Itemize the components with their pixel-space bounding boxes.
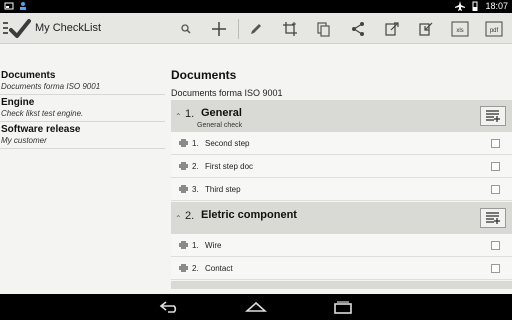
checklist-row[interactable]: 2. Contact <box>171 257 512 280</box>
checklist-row[interactable]: 1. Wire <box>171 234 512 257</box>
add-button[interactable] <box>208 18 230 40</box>
pdf-export-button[interactable]: pdf <box>483 18 505 40</box>
toolbar-divider <box>238 19 239 39</box>
add-icon <box>212 22 226 36</box>
export-icon <box>385 22 399 36</box>
app-checkmark-logo-icon[interactable] <box>9 18 31 40</box>
crop-add-button[interactable] <box>279 18 301 40</box>
section-number: 2. <box>185 210 195 222</box>
search-button[interactable] <box>175 18 197 40</box>
row-checkbox[interactable] <box>491 139 500 148</box>
row-number: 1. <box>192 139 199 148</box>
battery-icon <box>472 1 478 11</box>
share-icon <box>352 22 364 36</box>
app-notification-icon <box>20 2 26 10</box>
edit-icon <box>251 24 261 34</box>
row-label: Wire <box>205 241 222 250</box>
status-bar: 18:07 <box>0 0 512 13</box>
row-number: 2. <box>192 162 199 171</box>
export-button[interactable] <box>381 18 403 40</box>
xls-icon: xls <box>451 21 469 37</box>
gallery-notification-icon <box>4 2 14 10</box>
checklist-item-title: Software release <box>1 124 81 135</box>
section-name: General <box>201 107 242 119</box>
status-time: 18:07 <box>485 1 508 11</box>
checklist-row[interactable]: 3. Third step <box>171 178 512 201</box>
copy-button[interactable] <box>313 18 335 40</box>
collapse-chevron-icon[interactable]: ⌃ <box>175 214 182 223</box>
row-label: Contact <box>205 264 233 273</box>
section-header-eletric-component[interactable]: ⌃ 2. Eletric component <box>171 202 512 234</box>
checklist-row[interactable]: 2. First step doc <box>171 155 512 178</box>
row-checkbox[interactable] <box>491 241 500 250</box>
system-navigation-bar <box>0 294 512 320</box>
drag-handle-icon[interactable] <box>179 264 188 272</box>
detail-subtitle: Documents forma ISO 9001 <box>171 88 283 98</box>
pdf-icon: pdf <box>485 21 503 37</box>
checklist-item-subtitle: Check likst test engine. <box>1 109 84 118</box>
row-label: Second step <box>205 139 250 148</box>
row-checkbox[interactable] <box>491 162 500 171</box>
row-label: Third step <box>205 185 241 194</box>
checklist-list: Documents Documents forma ISO 9001 Engin… <box>0 68 165 149</box>
row-checkbox[interactable] <box>491 185 500 194</box>
section-description: General check <box>197 122 243 129</box>
drag-handle-icon[interactable] <box>179 185 188 193</box>
recent-apps-icon[interactable] <box>332 300 354 314</box>
checklist-item-subtitle: Documents forma ISO 9001 <box>1 82 101 91</box>
checklist-item-title: Engine <box>1 97 35 108</box>
checklist-item-documents[interactable]: Documents Documents forma ISO 9001 <box>0 68 165 95</box>
xls-export-button[interactable]: xls <box>449 18 471 40</box>
checklist-item-software-release[interactable]: Software release My customer <box>0 122 165 149</box>
svg-text:xls: xls <box>456 28 463 34</box>
checklist-detail: Documents Documents forma ISO 9001 ⌃ 1. … <box>171 68 512 294</box>
edit-button[interactable] <box>245 18 267 40</box>
checklist-item-subtitle: My customer <box>1 136 47 145</box>
collapse-chevron-icon[interactable]: ⌃ <box>175 112 182 121</box>
row-label: First step doc <box>205 162 254 171</box>
row-checkbox[interactable] <box>491 264 500 273</box>
copy-icon <box>317 22 330 37</box>
row-number: 1. <box>192 241 199 250</box>
drag-handle-icon[interactable] <box>179 139 188 147</box>
svg-text:pdf: pdf <box>490 28 499 34</box>
row-number: 2. <box>192 264 199 273</box>
section-header-partial[interactable] <box>171 281 512 289</box>
crop-add-icon <box>283 22 297 36</box>
drawer-toggle-icon[interactable] <box>3 22 8 34</box>
section-number: 1. <box>185 108 195 120</box>
list-add-icon <box>486 212 500 224</box>
import-icon <box>419 22 433 36</box>
checklist-row[interactable]: 1. Second step <box>171 132 512 155</box>
import-button[interactable] <box>415 18 437 40</box>
drag-handle-icon[interactable] <box>179 162 188 170</box>
row-number: 3. <box>192 185 199 194</box>
section-header-general[interactable]: ⌃ 1. General General check <box>171 100 512 132</box>
section-add-item-button[interactable] <box>480 106 506 126</box>
search-icon <box>181 24 191 34</box>
drag-handle-icon[interactable] <box>179 241 188 249</box>
action-bar: My CheckList xls pdf <box>0 13 512 44</box>
section-add-item-button[interactable] <box>480 208 506 228</box>
airplane-mode-icon <box>455 1 466 11</box>
section-name: Eletric component <box>201 209 297 221</box>
share-button[interactable] <box>347 18 369 40</box>
checklist-item-engine[interactable]: Engine Check likst test engine. <box>0 95 165 122</box>
back-icon[interactable] <box>158 300 180 314</box>
checklist-item-title: Documents <box>1 70 56 81</box>
home-icon[interactable] <box>245 300 267 314</box>
app-title: My CheckList <box>35 22 102 34</box>
list-add-icon <box>486 110 500 122</box>
detail-title: Documents <box>171 68 237 82</box>
